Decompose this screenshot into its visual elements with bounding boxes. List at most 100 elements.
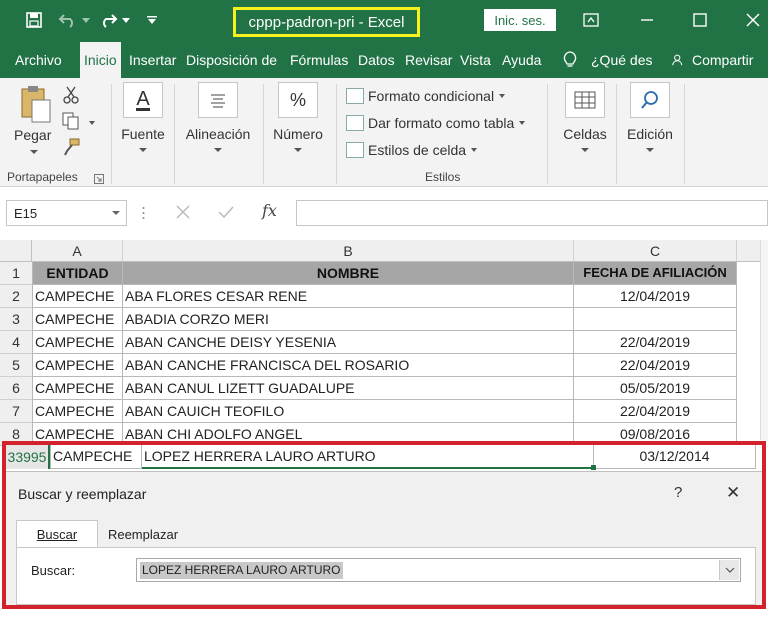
chevron-down-icon bbox=[499, 94, 506, 98]
cell-nombre[interactable]: ABAN CANUL LIZETT GUADALUPE bbox=[123, 377, 574, 400]
font-button[interactable]: A Fuente bbox=[115, 82, 171, 152]
row-header[interactable]: 2 bbox=[0, 285, 32, 308]
cell-fecha[interactable]: 12/04/2019 bbox=[574, 285, 737, 308]
share-person-icon[interactable] bbox=[668, 42, 688, 78]
separator bbox=[616, 84, 617, 184]
copy-dropdown-icon[interactable] bbox=[89, 121, 95, 125]
row-header[interactable]: 6 bbox=[0, 377, 32, 400]
close-window-icon[interactable] bbox=[738, 8, 768, 32]
sign-in-button[interactable]: Inic. ses. bbox=[484, 9, 556, 31]
format-painter-icon[interactable] bbox=[62, 138, 80, 159]
format-table-icon bbox=[346, 115, 364, 131]
insert-function-button[interactable]: fx bbox=[262, 201, 277, 220]
styles-group-label: Estilos bbox=[425, 170, 461, 184]
column-header-c[interactable]: C bbox=[574, 240, 737, 262]
window-title: cppp-padron-pri - Excel bbox=[233, 7, 420, 37]
select-all-corner[interactable] bbox=[0, 240, 32, 262]
chevron-down-icon bbox=[214, 148, 222, 152]
ribbon-display-options-icon[interactable] bbox=[576, 8, 606, 32]
undo-dropdown-icon[interactable] bbox=[80, 8, 92, 32]
maximize-icon[interactable] bbox=[685, 8, 715, 32]
clipboard-group-label: Portapapeles bbox=[7, 170, 78, 184]
redo-icon[interactable] bbox=[96, 8, 120, 32]
column-header-b[interactable]: B bbox=[123, 240, 574, 262]
minimize-icon[interactable] bbox=[632, 8, 662, 32]
annotation-highlight-box bbox=[2, 441, 766, 609]
separator bbox=[174, 84, 175, 184]
tab-inicio[interactable]: Inicio bbox=[80, 42, 121, 78]
redo-dropdown-icon[interactable] bbox=[120, 8, 132, 32]
separator bbox=[263, 84, 264, 184]
cell-fecha[interactable]: 22/04/2019 bbox=[574, 400, 737, 423]
paste-icon[interactable] bbox=[18, 84, 52, 124]
row-header[interactable]: 1 bbox=[0, 262, 32, 285]
font-icon: A bbox=[123, 82, 163, 118]
chevron-down-icon bbox=[471, 148, 478, 152]
save-icon[interactable] bbox=[22, 8, 46, 32]
undo-icon[interactable] bbox=[56, 8, 80, 32]
tab-insertar[interactable]: Insertar bbox=[125, 42, 180, 78]
cell-entidad[interactable]: CAMPECHE bbox=[32, 285, 123, 308]
paste-button[interactable]: Pegar bbox=[14, 127, 51, 143]
cell-nombre[interactable]: ABADIA CORZO MERI bbox=[123, 308, 574, 331]
cell-styles-icon bbox=[346, 142, 364, 158]
editing-button[interactable]: Edición bbox=[622, 82, 678, 152]
alignment-button[interactable]: Alineación bbox=[186, 82, 250, 152]
magnifier-icon bbox=[630, 82, 670, 118]
tab-vista[interactable]: Vista bbox=[456, 42, 495, 78]
row-header[interactable]: 3 bbox=[0, 308, 32, 331]
clipboard-launcher-icon[interactable] bbox=[94, 172, 104, 187]
format-as-table-button[interactable]: Dar formato como tabla bbox=[346, 112, 526, 134]
cell-fecha[interactable]: 22/04/2019 bbox=[574, 354, 737, 377]
column-header-a[interactable]: A bbox=[32, 240, 123, 262]
grip-icon[interactable] bbox=[142, 206, 145, 220]
cell-entidad[interactable]: CAMPECHE bbox=[32, 308, 123, 331]
cell-nombre[interactable]: ABA FLORES CESAR RENE bbox=[123, 285, 574, 308]
tab-datos[interactable]: Datos bbox=[354, 42, 399, 78]
cell-entidad[interactable]: CAMPECHE bbox=[32, 377, 123, 400]
lightbulb-icon[interactable] bbox=[557, 42, 583, 78]
row-header[interactable]: 5 bbox=[0, 354, 32, 377]
table-header-cell[interactable]: FECHA DE AFILIACIÓN bbox=[574, 262, 737, 285]
table-header-cell[interactable]: ENTIDAD bbox=[32, 262, 123, 285]
paste-dropdown-icon[interactable] bbox=[30, 150, 38, 154]
separator bbox=[547, 84, 548, 184]
number-button[interactable]: % Número bbox=[270, 82, 326, 152]
copy-icon[interactable] bbox=[62, 112, 80, 133]
tell-me-search[interactable]: ¿Qué des bbox=[587, 42, 656, 78]
row-header[interactable]: 4 bbox=[0, 331, 32, 354]
conditional-format-button[interactable]: Formato condicional bbox=[346, 85, 506, 107]
cell-nombre[interactable]: ABAN CANCHE FRANCISCA DEL ROSARIO bbox=[123, 354, 574, 377]
tab-revisar[interactable]: Revisar bbox=[401, 42, 456, 78]
chevron-down-icon[interactable] bbox=[112, 211, 120, 215]
table-header-cell[interactable]: NOMBRE bbox=[123, 262, 574, 285]
ribbon: Pegar Portapapeles A Fuente Alineación %… bbox=[0, 78, 768, 187]
cell-nombre[interactable]: ABAN CANCHE DEISY YESENIA bbox=[123, 331, 574, 354]
cell-entidad[interactable]: CAMPECHE bbox=[32, 400, 123, 423]
separator bbox=[111, 84, 112, 184]
row-header[interactable]: 7 bbox=[0, 400, 32, 423]
tab-disposicion[interactable]: Disposición de bbox=[182, 42, 281, 78]
tab-ayuda[interactable]: Ayuda bbox=[498, 42, 545, 78]
tab-formulas[interactable]: Fórmulas bbox=[286, 42, 352, 78]
separator bbox=[336, 84, 337, 184]
alignment-icon bbox=[198, 82, 238, 118]
cell-nombre[interactable]: ABAN CAUICH TEOFILO bbox=[123, 400, 574, 423]
cancel-icon[interactable] bbox=[176, 205, 190, 222]
share-button[interactable]: Compartir bbox=[688, 42, 757, 78]
cell-fecha[interactable] bbox=[574, 308, 737, 331]
name-box[interactable]: E15 bbox=[6, 200, 127, 226]
cell-entidad[interactable]: CAMPECHE bbox=[32, 354, 123, 377]
formula-input[interactable] bbox=[296, 200, 768, 226]
customize-toolbar-icon[interactable] bbox=[140, 8, 164, 32]
enter-check-icon[interactable] bbox=[218, 205, 234, 222]
cell-entidad[interactable]: CAMPECHE bbox=[32, 331, 123, 354]
tab-archivo[interactable]: Archivo bbox=[11, 42, 66, 78]
cells-button[interactable]: Celdas bbox=[557, 82, 613, 152]
cut-icon[interactable] bbox=[62, 86, 80, 107]
cell-fecha[interactable]: 05/05/2019 bbox=[574, 377, 737, 400]
cell-styles-button[interactable]: Estilos de celda bbox=[346, 139, 478, 161]
vertical-scrollbar[interactable] bbox=[760, 240, 768, 440]
cell-fecha[interactable]: 22/04/2019 bbox=[574, 331, 737, 354]
ribbon-tabs: Archivo Inicio Insertar Disposición de F… bbox=[0, 42, 768, 78]
